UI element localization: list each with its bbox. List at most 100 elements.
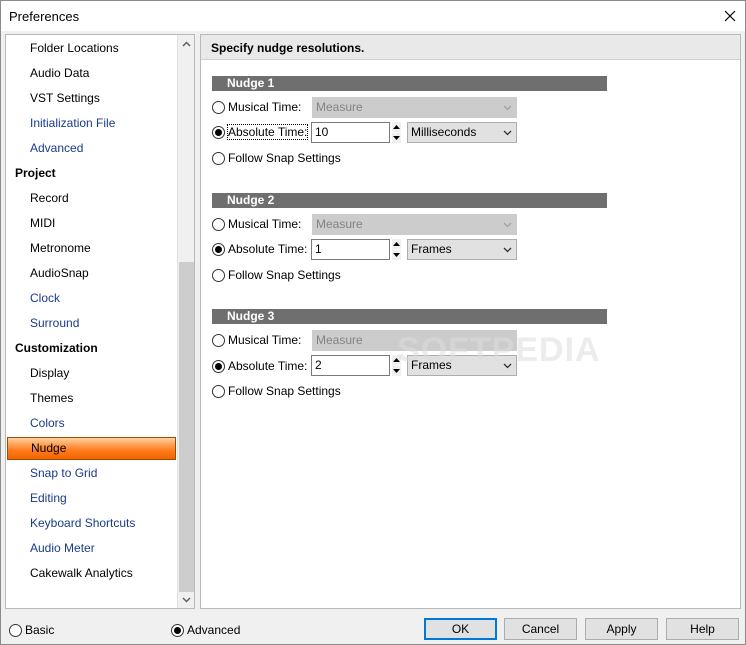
sidebar-item-audio-meter[interactable]: Audio Meter	[6, 536, 179, 561]
select-value: Frames	[411, 242, 452, 256]
triangle-up-icon	[393, 242, 400, 246]
scroll-down-button[interactable]	[178, 591, 194, 608]
help-button[interactable]: Help	[666, 618, 739, 640]
radio-button[interactable]	[212, 384, 225, 398]
title-bar: Preferences	[1, 1, 745, 31]
sidebar-item-themes[interactable]: Themes	[6, 386, 179, 411]
radio-label: Follow Snap Settings	[228, 151, 341, 165]
nudge-1-musical-radio[interactable]: Musical Time:	[212, 98, 301, 116]
radio-button[interactable]	[212, 151, 225, 165]
nudge-1-absolute-input[interactable]: 10	[311, 122, 390, 143]
select-value: Measure	[316, 217, 363, 231]
nudge-2-snap-radio[interactable]: Follow Snap Settings	[212, 266, 341, 284]
spin-up-button[interactable]	[392, 239, 401, 249]
apply-button[interactable]: Apply	[585, 618, 658, 640]
triangle-down-icon	[393, 253, 400, 257]
nudge-2-unit-select[interactable]: Frames	[407, 239, 517, 260]
window-title: Preferences	[9, 9, 80, 24]
sidebar-item-metronome[interactable]: Metronome	[6, 236, 179, 261]
basic-mode-radio[interactable]: Basic	[9, 623, 54, 637]
nudge-3-absolute-input[interactable]: 2	[311, 355, 390, 376]
sidebar-item-colors[interactable]: Colors	[6, 411, 179, 436]
sidebar-item-snap-to-grid[interactable]: Snap to Grid	[6, 461, 179, 486]
ok-button[interactable]: OK	[424, 618, 497, 640]
select-value: Measure	[316, 333, 363, 347]
nudge-1-absolute-radio[interactable]: Absolute Time:	[212, 123, 309, 141]
chevron-down-icon	[182, 596, 191, 603]
chevron-down-icon	[502, 123, 512, 142]
select-value: Milliseconds	[411, 125, 477, 139]
radio-label: Follow Snap Settings	[228, 268, 341, 282]
nudge-2-musical-radio[interactable]: Musical Time:	[212, 215, 301, 233]
nudge-1-snap-radio[interactable]: Follow Snap Settings	[212, 149, 341, 167]
sidebar-item-folder-locations[interactable]: Folder Locations	[6, 36, 179, 61]
radio-label: Musical Time:	[228, 217, 302, 231]
chevron-down-icon	[502, 215, 512, 234]
triangle-down-icon	[393, 136, 400, 140]
panel-header: Specify nudge resolutions.	[201, 35, 740, 60]
scroll-up-button[interactable]	[178, 35, 194, 52]
nudge-1-unit-select[interactable]: Milliseconds	[407, 122, 517, 143]
nudge-2-absolute-input[interactable]: 1	[311, 239, 390, 260]
preferences-window: Preferences Folder Locations Audio Data …	[0, 0, 746, 645]
chevron-down-icon	[502, 98, 512, 117]
panel-description: Specify nudge resolutions.	[211, 41, 365, 55]
nudge-3-header: Nudge 3	[212, 309, 607, 324]
sidebar-item-nudge[interactable]: Nudge	[7, 437, 176, 460]
nudge-3-snap-radio[interactable]: Follow Snap Settings	[212, 382, 341, 400]
sidebar-item-keyboard-shortcuts[interactable]: Keyboard Shortcuts	[6, 511, 179, 536]
sidebar-item-surround[interactable]: Surround	[6, 311, 179, 336]
sidebar-item-vst-settings[interactable]: VST Settings	[6, 86, 179, 111]
radio-label: Absolute Time:	[228, 242, 308, 256]
radio-button[interactable]	[212, 125, 225, 139]
radio-label: Musical Time:	[228, 100, 302, 114]
sidebar-section-customization[interactable]: Customization	[6, 336, 179, 361]
radio-button[interactable]	[212, 359, 225, 373]
radio-button[interactable]	[171, 623, 184, 637]
sidebar-item-editing[interactable]: Editing	[6, 486, 179, 511]
sidebar-item-advanced[interactable]: Advanced	[6, 136, 179, 161]
sidebar-item-initialization-file[interactable]: Initialization File	[6, 111, 179, 136]
radio-button[interactable]	[212, 100, 225, 114]
radio-button[interactable]	[212, 268, 225, 282]
radio-label: Musical Time:	[228, 333, 302, 347]
sidebar-item-display[interactable]: Display	[6, 361, 179, 386]
nudge-2-absolute-radio[interactable]: Absolute Time:	[212, 240, 307, 258]
sidebar-item-audiosnap[interactable]: AudioSnap	[6, 261, 179, 286]
nudge-3-musical-radio[interactable]: Musical Time:	[212, 331, 301, 349]
spin-down-button[interactable]	[392, 133, 401, 143]
category-tree[interactable]: Folder Locations Audio Data VST Settings…	[5, 34, 195, 609]
nudge-1-musical-select: Measure	[312, 97, 517, 118]
select-value: Measure	[316, 100, 363, 114]
radio-label: Follow Snap Settings	[228, 384, 341, 398]
softpedia-watermark: SOFTPEDIA	[397, 331, 601, 369]
sidebar-item-record[interactable]: Record	[6, 186, 179, 211]
triangle-up-icon	[393, 125, 400, 129]
nudge-settings-panel: Specify nudge resolutions. Nudge 1 Music…	[200, 34, 741, 609]
close-button[interactable]	[715, 1, 745, 31]
nudge-3-absolute-radio[interactable]: Absolute Time:	[212, 357, 307, 375]
radio-label: Basic	[25, 623, 55, 637]
sidebar-section-project[interactable]: Project	[6, 161, 179, 186]
nudge-2-musical-select: Measure	[312, 214, 517, 235]
sidebar-item-audio-data[interactable]: Audio Data	[6, 61, 179, 86]
sidebar-scrollbar[interactable]	[177, 35, 194, 608]
radio-button[interactable]	[212, 333, 225, 347]
sidebar-item-midi[interactable]: MIDI	[6, 211, 179, 236]
radio-button[interactable]	[212, 217, 225, 231]
sidebar-item-clock[interactable]: Clock	[6, 286, 179, 311]
nudge-1-header: Nudge 1	[212, 76, 607, 91]
radio-button[interactable]	[9, 623, 22, 637]
sidebar-item-cakewalk-analytics[interactable]: Cakewalk Analytics	[6, 561, 179, 586]
scrollbar-thumb[interactable]	[179, 262, 194, 592]
spin-down-button[interactable]	[392, 250, 401, 260]
cancel-button[interactable]: Cancel	[504, 618, 577, 640]
radio-label: Absolute Time:	[228, 359, 308, 373]
nudge-1-spinner[interactable]	[392, 122, 401, 143]
advanced-mode-radio[interactable]: Advanced	[171, 623, 240, 637]
chevron-up-icon	[182, 40, 191, 47]
spin-up-button[interactable]	[392, 122, 401, 132]
radio-button[interactable]	[212, 242, 225, 256]
nudge-2-spinner[interactable]	[392, 239, 401, 260]
close-icon	[724, 10, 736, 22]
